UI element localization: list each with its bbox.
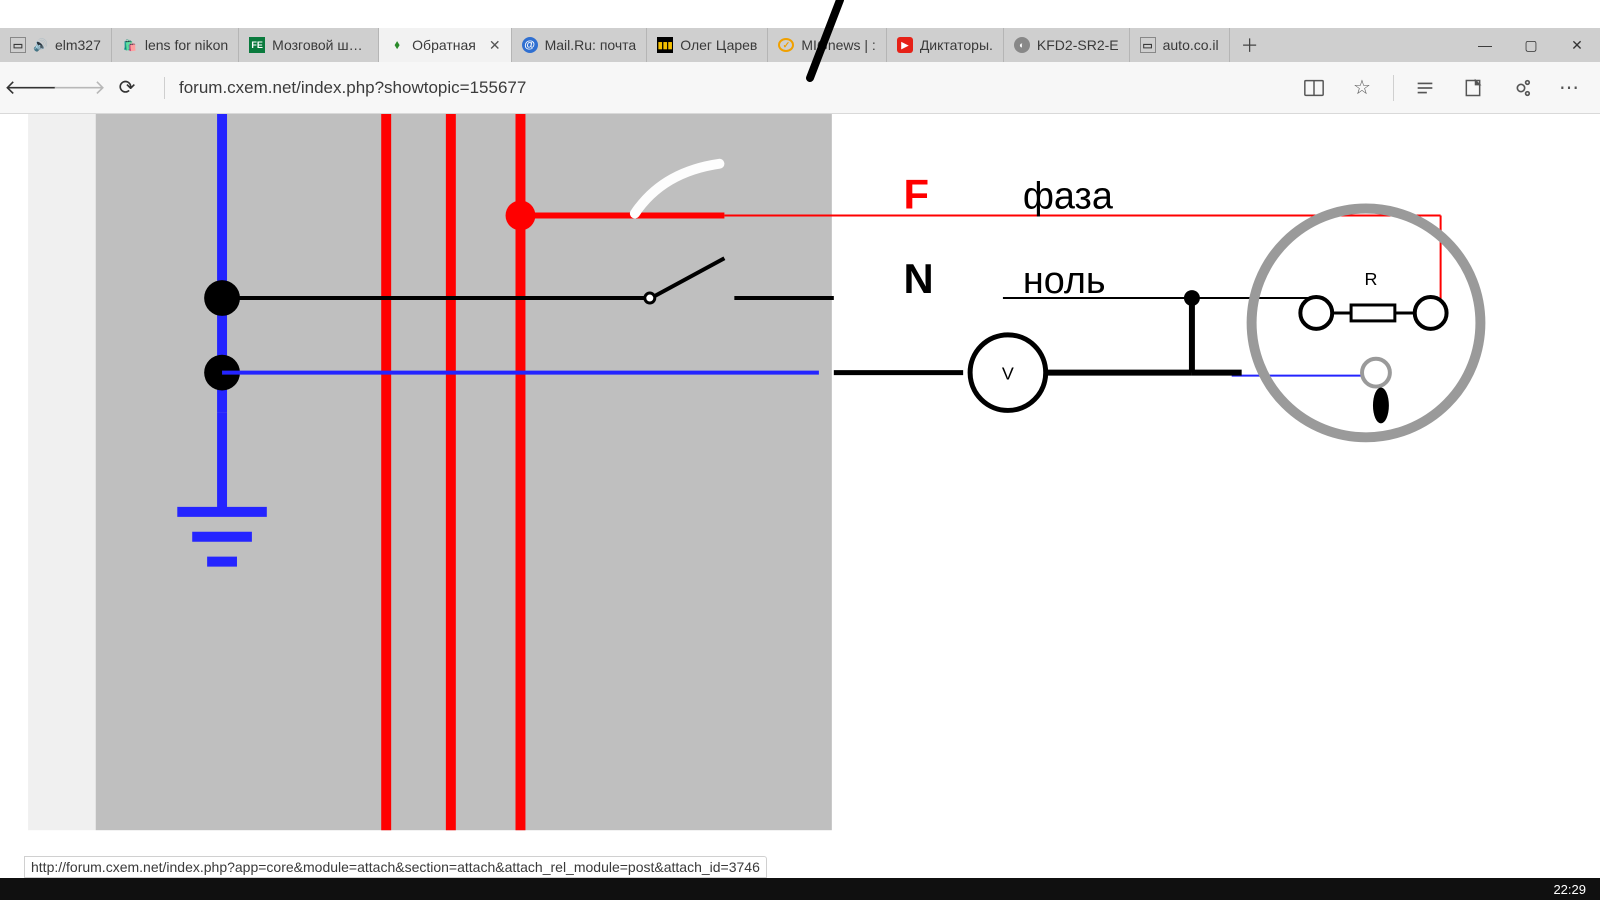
close-button[interactable]: ✕ bbox=[1554, 28, 1600, 62]
tab-0[interactable]: ▭ 🔊 elm327 bbox=[0, 28, 112, 62]
tab-label: Обратная bbox=[412, 37, 476, 53]
tab-strip: ▭ 🔊 elm327 🛍️ lens for nikon FE Мозговой… bbox=[0, 28, 1600, 62]
notes-icon[interactable] bbox=[1452, 67, 1494, 109]
phase-letter: F bbox=[903, 171, 929, 218]
share-icon[interactable] bbox=[1500, 67, 1542, 109]
tab-1[interactable]: 🛍️ lens for nikon bbox=[112, 28, 239, 62]
tab-label: auto.co.il bbox=[1163, 37, 1219, 53]
tab-favicon: ▮▮▮ bbox=[657, 37, 673, 53]
taskbar-clock: 22:29 bbox=[1553, 882, 1586, 897]
speaker-icon: 🔊 bbox=[33, 38, 48, 52]
more-icon[interactable]: ⋯ bbox=[1548, 67, 1590, 109]
window-controls: — ▢ ✕ bbox=[1462, 28, 1600, 62]
tab-label: lens for nikon bbox=[145, 37, 228, 53]
tab-favicon: ✓ bbox=[778, 38, 794, 52]
tab-label: Мозговой штурм bbox=[272, 37, 368, 53]
tab-favicon: ▭ bbox=[1140, 37, 1156, 53]
taskbar[interactable]: 22:29 bbox=[0, 878, 1600, 900]
url-text: forum.cxem.net/index.php?showtopic=15567… bbox=[179, 78, 526, 98]
tab-favicon: ◐ bbox=[1014, 37, 1030, 53]
new-tab-button[interactable]: ＋ bbox=[1230, 28, 1270, 62]
url-box[interactable]: forum.cxem.net/index.php?showtopic=15567… bbox=[164, 77, 526, 99]
hub-icon[interactable] bbox=[1404, 67, 1446, 109]
separator bbox=[1393, 75, 1394, 101]
address-bar: 🡐 🡒 ⟳ forum.cxem.net/index.php?showtopic… bbox=[0, 62, 1600, 114]
tab-9[interactable]: ▭ auto.co.il bbox=[1130, 28, 1230, 62]
tab-label: Mail.Ru: почта bbox=[545, 37, 637, 53]
forum-image[interactable]: V R F bbox=[24, 114, 1576, 870]
tab-favicon: ▶ bbox=[897, 37, 913, 53]
tab-7[interactable]: ▶ Диктаторы. bbox=[887, 28, 1004, 62]
page-content: V R F bbox=[24, 114, 1576, 870]
separator bbox=[164, 77, 165, 99]
tab-label: elm327 bbox=[55, 37, 101, 53]
tab-label: KFD2-SR2-E bbox=[1037, 37, 1119, 53]
favorite-icon[interactable]: ☆ bbox=[1341, 67, 1383, 109]
tab-5[interactable]: ▮▮▮ Олег Царев bbox=[647, 28, 768, 62]
tab-label: Диктаторы. bbox=[920, 37, 993, 53]
back-button[interactable]: 🡐 bbox=[10, 67, 52, 109]
tab-6[interactable]: ✓ MIGnews | : bbox=[768, 28, 886, 62]
tab-label: MIGnews | : bbox=[801, 37, 875, 53]
tab-3[interactable]: ⬧ Обратная ✕ bbox=[379, 28, 511, 62]
tab-8[interactable]: ◐ KFD2-SR2-E bbox=[1004, 28, 1130, 62]
status-bar-url: http://forum.cxem.net/index.php?app=core… bbox=[24, 856, 767, 878]
neutral-letter: N bbox=[903, 255, 933, 302]
tab-favicon: ▭ bbox=[10, 37, 26, 53]
tab-favicon: 🛍️ bbox=[122, 37, 138, 53]
tab-label: Олег Царев bbox=[680, 37, 757, 53]
minimize-button[interactable]: — bbox=[1462, 28, 1508, 62]
refresh-button[interactable]: ⟳ bbox=[106, 67, 148, 109]
reading-view-icon[interactable] bbox=[1293, 67, 1335, 109]
phase-label: фаза bbox=[1023, 176, 1114, 218]
voltmeter-label: V bbox=[1002, 364, 1014, 384]
maximize-button[interactable]: ▢ bbox=[1508, 28, 1554, 62]
tab-2[interactable]: FE Мозговой штурм bbox=[239, 28, 379, 62]
tab-favicon: ⬧ bbox=[389, 37, 405, 53]
close-tab-icon[interactable]: ✕ bbox=[489, 37, 501, 54]
resistor-label: R bbox=[1365, 269, 1378, 289]
neutral-label: ноль bbox=[1023, 260, 1106, 302]
forward-button[interactable]: 🡒 bbox=[58, 67, 100, 109]
tab-favicon: @ bbox=[522, 37, 538, 53]
tab-4[interactable]: @ Mail.Ru: почта bbox=[512, 28, 648, 62]
tab-favicon: FE bbox=[249, 37, 265, 53]
